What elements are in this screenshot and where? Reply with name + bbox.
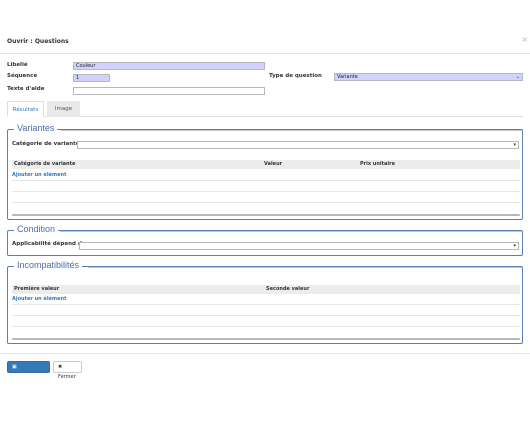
col-categorie: Catégorie de variante (14, 161, 76, 167)
incompatibilites-section: Incompatibilités Première valeur Seconde… (7, 260, 523, 344)
chevron-down-icon: ⌄ (515, 74, 520, 80)
applicabilite-select[interactable]: ▾ (79, 242, 519, 250)
texte-aide-input[interactable] (73, 87, 265, 95)
col-premiere-valeur: Première valeur (14, 286, 60, 292)
table-row (12, 326, 520, 327)
condition-legend: Condition (14, 224, 59, 234)
table-row (12, 304, 520, 305)
legend-divider (61, 130, 522, 131)
save-button-label: Sauvegarder (12, 374, 44, 380)
col-valeur: Valeur (264, 161, 283, 167)
table-row (12, 315, 520, 316)
sequence-input[interactable]: 1 (73, 74, 110, 82)
col-prix-unitaire: Prix unitaire (360, 161, 395, 167)
table-row (12, 180, 520, 181)
footer-divider (0, 353, 530, 354)
categorie-variante-select[interactable]: ▾ (77, 141, 519, 149)
add-variante-link[interactable]: Ajouter un élément (12, 172, 66, 178)
tab-image[interactable]: Image (47, 101, 80, 117)
caret-down-icon: ▾ (513, 243, 516, 249)
type-question-value: Variante (337, 74, 358, 80)
libelle-input[interactable]: Couleur (73, 62, 265, 70)
floppy-icon: ▣ (12, 364, 17, 370)
tab-resultats[interactable]: Résultats (7, 101, 44, 117)
close-icon: ✖ (58, 364, 63, 370)
sequence-label: Séquence (7, 73, 38, 79)
applicabilite-label: Applicabilité dépend de (12, 241, 86, 247)
modal-title: Ouvrir : Questions (7, 38, 69, 45)
variantes-section: Variantes Catégorie de variante ▾ Catégo… (7, 123, 523, 220)
table-row (12, 191, 520, 192)
save-button[interactable]: ▣ Sauvegarder (7, 361, 50, 380)
close-icon[interactable]: × (521, 35, 528, 44)
libelle-label: Libellé (7, 62, 28, 68)
incompatibilites-grid-header: Première valeur Seconde valeur (12, 285, 520, 294)
col-seconde-valeur: Seconde valeur (266, 286, 310, 292)
modal-header: Ouvrir : Questions × (0, 30, 530, 54)
close-button-label: Fermer (58, 374, 76, 380)
legend-divider (88, 267, 522, 268)
horizontal-scrollbar[interactable] (12, 338, 520, 340)
variantes-grid-header: Catégorie de variante Valeur Prix unitai… (12, 160, 520, 169)
categorie-variante-label: Catégorie de variante (12, 141, 80, 147)
add-incompatibilite-link[interactable]: Ajouter un élément (12, 296, 66, 302)
texte-aide-label: Texte d'aide (7, 86, 45, 92)
condition-section: Condition Applicabilité dépend de ▾ (7, 224, 523, 256)
legend-divider (60, 231, 522, 232)
type-question-label: Type de question (269, 73, 322, 79)
table-row (12, 202, 520, 203)
close-button[interactable]: ✖ Fermer (53, 361, 82, 380)
caret-down-icon: ▾ (513, 142, 516, 148)
type-question-select[interactable]: Variante ⌄ (334, 73, 523, 81)
tab-bar: Résultats Image (7, 100, 523, 117)
incompatibilites-legend: Incompatibilités (14, 260, 83, 270)
horizontal-scrollbar[interactable] (12, 214, 520, 216)
variantes-legend: Variantes (14, 123, 58, 133)
